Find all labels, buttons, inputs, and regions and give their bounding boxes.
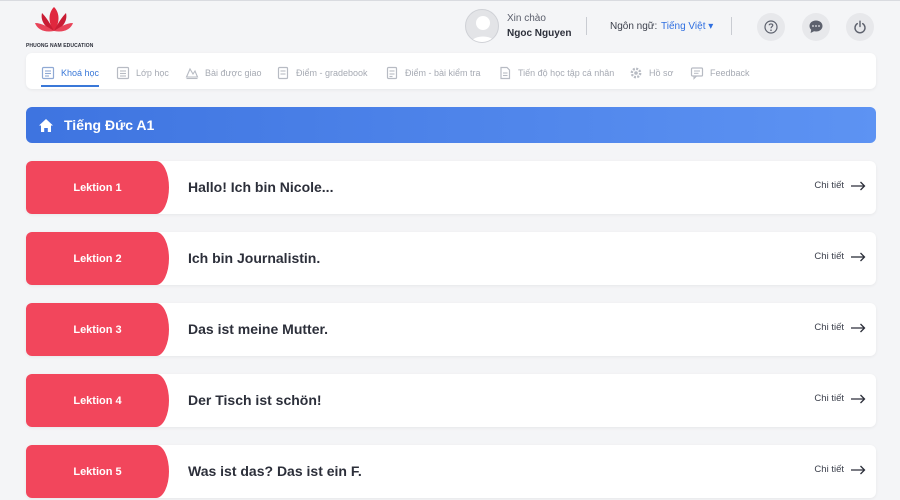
lesson-detail-link[interactable]: Chi tiết (814, 464, 866, 475)
nav-item-classes[interactable]: Lớp học (116, 62, 169, 84)
arrow-right-icon (851, 394, 866, 403)
greeting-text: Xin chào (507, 13, 546, 24)
detail-label: Chi tiết (814, 251, 844, 262)
arrow-right-icon (851, 323, 866, 332)
assignment-icon (185, 67, 199, 80)
gear-icon (630, 67, 642, 79)
username: Ngoc Nguyen (507, 28, 572, 39)
course-title: Tiếng Đức A1 (64, 117, 155, 133)
lesson-detail-link[interactable]: Chi tiết (814, 393, 866, 404)
course-banner: Tiếng Đức A1 (26, 107, 876, 143)
test-score-icon (386, 66, 398, 80)
book-icon (41, 66, 55, 80)
nav-item-label: Tiến độ học tập cá nhân (518, 68, 615, 78)
nav-item-label: Điểm - gradebook (296, 68, 368, 78)
nav-item-test-scores[interactable]: Điểm - bài kiểm tra (385, 62, 481, 84)
lesson-number-tab: Lektion 4 (26, 374, 169, 427)
nav-item-label: Bài được giao (205, 68, 262, 78)
feedback-icon (690, 67, 704, 80)
nav-item-courses[interactable]: Khoá học (41, 62, 100, 87)
header-divider (586, 17, 587, 35)
lotus-logo-icon (35, 7, 73, 32)
lesson-detail-link[interactable]: Chi tiết (814, 180, 866, 191)
lesson-title: Ich bin Journalistin. (188, 250, 321, 266)
arrow-right-icon (851, 465, 866, 474)
detail-label: Chi tiết (814, 322, 844, 333)
detail-label: Chi tiết (814, 180, 844, 191)
lesson-number-tab: Lektion 1 (26, 161, 169, 214)
nav-item-label: Feedback (710, 68, 750, 78)
nav-item-gradebook[interactable]: Điểm - gradebook (276, 62, 368, 84)
lesson-card[interactable]: Lektion 2 Ich bin Journalistin. Chi tiết (26, 232, 876, 285)
user-silhouette-icon (470, 16, 496, 42)
gradebook-icon (277, 66, 289, 80)
lesson-title: Was ist das? Das ist ein F. (188, 463, 362, 479)
home-icon[interactable] (38, 118, 54, 133)
nav-item-progress[interactable]: Tiến độ học tập cá nhân (498, 62, 614, 84)
lesson-detail-link[interactable]: Chi tiết (814, 322, 866, 333)
nav-item-feedback[interactable]: Feedback (690, 62, 750, 84)
language-label: Ngôn ngữ: (610, 21, 658, 32)
nav-item-label: Lớp học (136, 68, 169, 78)
arrow-right-icon (851, 252, 866, 261)
lesson-card[interactable]: Lektion 4 Der Tisch ist schön! Chi tiết (26, 374, 876, 427)
progress-icon (500, 66, 511, 80)
help-button[interactable] (757, 13, 785, 41)
power-icon (854, 20, 866, 34)
chat-bubble-icon (809, 20, 823, 33)
chat-button[interactable] (802, 13, 830, 41)
avatar[interactable] (465, 9, 499, 43)
lesson-number-tab: Lektion 5 (26, 445, 169, 498)
class-icon (116, 66, 130, 80)
detail-label: Chi tiết (814, 393, 844, 404)
logo-text: PHUONG NAM EDUCATION (26, 43, 94, 49)
logout-button[interactable] (846, 13, 874, 41)
lesson-title: Das ist meine Mutter. (188, 321, 329, 337)
detail-label: Chi tiết (814, 464, 844, 475)
lesson-detail-link[interactable]: Chi tiết (814, 251, 866, 262)
arrow-right-icon (851, 181, 866, 190)
lesson-card[interactable]: Lektion 3 Das ist meine Mutter. Chi tiết (26, 303, 876, 356)
nav-item-label: Hồ sơ (649, 68, 674, 78)
nav-item-assignments[interactable]: Bài được giao (185, 62, 261, 84)
nav-item-label: Khoá học (61, 68, 100, 78)
language-dropdown[interactable]: Tiếng Việt ▾ (661, 21, 713, 32)
nav-item-profile[interactable]: Hồ sơ (629, 62, 673, 84)
lesson-number-tab: Lektion 2 (26, 232, 169, 285)
lesson-title: Der Tisch ist schön! (188, 392, 322, 408)
help-icon (764, 20, 778, 34)
lesson-title: Hallo! Ich bin Nicole... (188, 179, 334, 195)
logo[interactable]: PHUONG NAM EDUCATION (26, 5, 93, 49)
nav-item-label: Điểm - bài kiểm tra (405, 68, 481, 78)
header-divider (731, 17, 732, 35)
top-header: PHUONG NAM EDUCATION Xin chào Ngoc Nguye… (0, 0, 900, 50)
lesson-card[interactable]: Lektion 1 Hallo! Ich bin Nicole... Chi t… (26, 161, 876, 214)
main-nav: Khoá học Lớp học Bài được giao Điểm - gr… (26, 53, 876, 89)
lesson-card[interactable]: Lektion 5 Was ist das? Das ist ein F. Ch… (26, 445, 876, 498)
lesson-number-tab: Lektion 3 (26, 303, 169, 356)
